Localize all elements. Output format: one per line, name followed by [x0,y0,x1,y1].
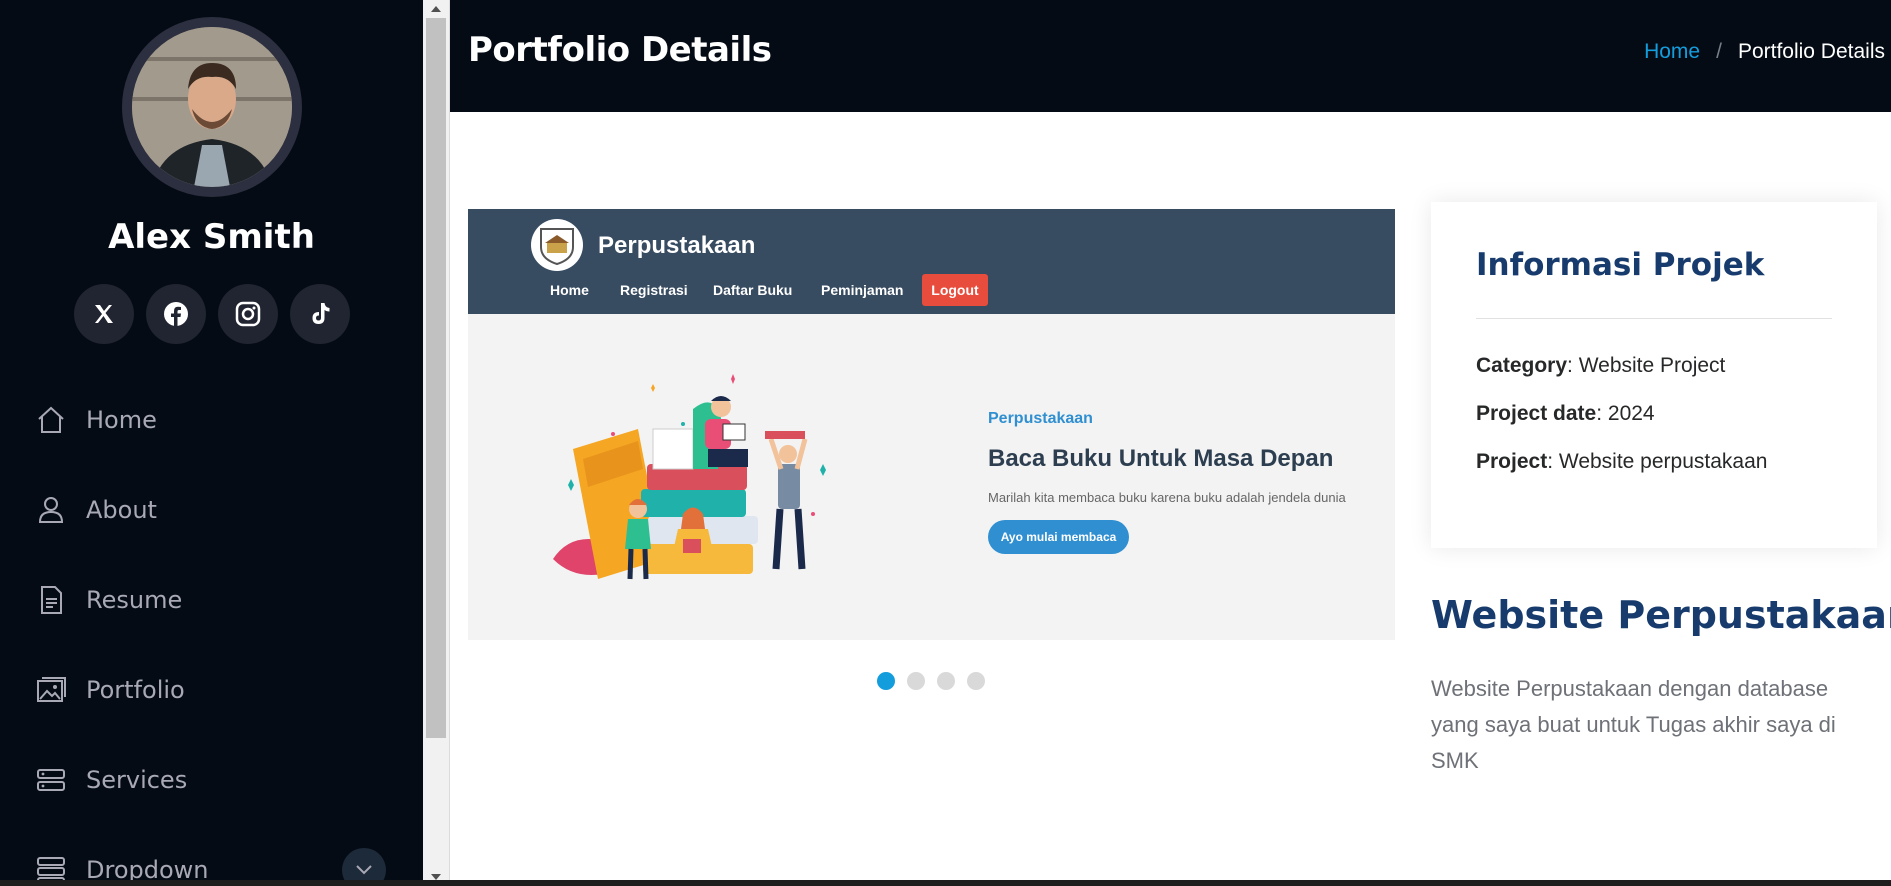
slider-dot-3[interactable] [937,672,955,690]
nav-item-services[interactable]: Services [36,760,187,800]
reading-illustration [553,374,826,580]
scrollbar[interactable] [423,0,450,886]
portfolio-slide-image[interactable]: Perpustakaan Home Registrasi Daftar Buku… [468,209,1395,640]
main-content: Portfolio Details Home / Portfolio Detai… [450,0,1891,886]
nav-item-about[interactable]: About [36,490,157,530]
profile-name: Alex Smith [108,217,315,257]
info-date-label: Project date [1476,402,1597,425]
x-twitter-link[interactable] [74,284,134,344]
info-category-value: : Website Project [1567,354,1726,377]
chevron-down-icon [356,865,372,875]
slide-logout-button: Logout [922,274,988,306]
project-info-card: Informasi Projek Category: Website Proje… [1431,202,1877,548]
school-logo-icon [531,219,583,271]
info-divider [1476,318,1832,319]
info-category: Category: Website Project [1476,354,1725,378]
info-project-value: : Website perpustakaan [1547,450,1768,473]
home-icon [36,404,68,436]
page-header: Portfolio Details Home / Portfolio Detai… [450,0,1891,112]
slider-dot-2[interactable] [907,672,925,690]
slide-nav-link: Registrasi [620,282,688,298]
tiktok-icon [312,303,330,324]
page-title: Portfolio Details [468,30,772,70]
facebook-icon [164,302,188,327]
info-category-label: Category [1476,354,1568,377]
slide-nav-link: Daftar Buku [713,282,793,298]
slide-brand: Perpustakaan [598,232,756,259]
info-date: Project date: 2024 [1476,402,1655,426]
server-icon [36,764,68,796]
project-description: Website Perpustakaan dengan database yan… [1431,676,1836,773]
nav-item-portfolio[interactable]: Portfolio [36,670,185,710]
person-icon [36,494,68,526]
sidebar: Alex Smith Home About Resume Portfolio S… [0,0,423,886]
breadcrumb-current: Portfolio Details [1737,40,1885,63]
info-date-value: : 2024 [1596,402,1655,425]
slider-dot-1[interactable] [877,672,895,690]
nav-item-resume[interactable]: Resume [36,580,182,620]
nav-item-label: Portfolio [86,676,185,704]
breadcrumb-home-link[interactable]: Home [1644,40,1700,64]
nav-item-label: Services [86,766,188,794]
instagram-icon [235,301,261,327]
instagram-link[interactable] [218,284,278,344]
nav-item-label: About [86,496,157,524]
nav-item-label: Home [86,406,157,434]
images-icon [36,674,68,706]
slide-nav-link: Home [550,282,589,298]
info-card-title: Informasi Projek [1476,247,1765,283]
slide-heading: Baca Buku Untuk Masa Depan [988,445,1334,472]
info-project-label: Project [1476,450,1548,473]
slide-description: Marilah kita membaca buku karena buku ad… [988,490,1346,505]
project-title: Website Perpustakaan [1431,593,1891,637]
x-twitter-icon [95,305,113,323]
nav-item-label: Resume [86,586,183,614]
nav-item-home[interactable]: Home [36,400,157,440]
slider-dot-4[interactable] [967,672,985,690]
tiktok-link[interactable] [290,284,350,344]
breadcrumb: Home / Portfolio Details [1644,40,1885,64]
scrollbar-thumb[interactable] [426,18,446,738]
breadcrumb-separator: / [1716,40,1722,63]
avatar [122,17,302,197]
scroll-up-arrow[interactable] [423,0,449,18]
slide-nav-link: Peminjaman [821,282,904,298]
facebook-link[interactable] [146,284,206,344]
taskbar-edge [0,880,1891,886]
slide-tag: Perpustakaan [988,410,1093,427]
triangle-up-icon [431,6,441,12]
slider-pagination [877,672,985,690]
file-icon [36,584,68,616]
slide-cta-button: Ayo mulai membaca [988,520,1129,554]
slide-navbar: Perpustakaan Home Registrasi Daftar Buku… [468,209,1395,314]
info-project: Project: Website perpustakaan [1476,450,1767,474]
